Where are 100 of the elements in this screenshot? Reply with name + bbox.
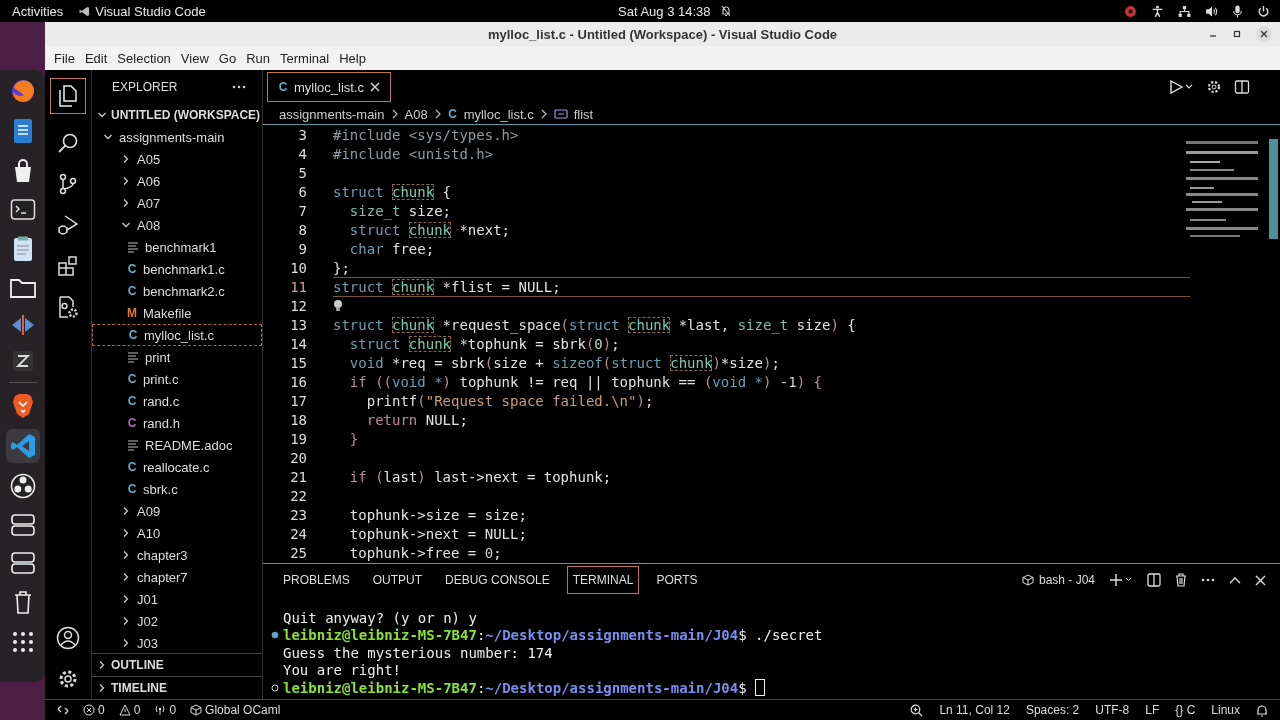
tree-item[interactable]: C sbrk.c [92, 478, 262, 500]
menu-item[interactable]: File [49, 50, 80, 66]
breadcrumb[interactable]: A08 [404, 106, 428, 122]
breadcrumb[interactable]: flist [573, 106, 594, 122]
tree-item[interactable]: C benchmark1.c [92, 258, 262, 280]
menu-item[interactable]: Selection [112, 50, 176, 66]
panel-tab[interactable]: OUTPUT [366, 566, 429, 594]
tree-item[interactable]: C reallocate.c [92, 456, 262, 478]
menu-item[interactable]: View [175, 50, 214, 66]
split-editor-icon[interactable] [1234, 79, 1250, 95]
lion-icon[interactable] [10, 393, 35, 419]
search-icon[interactable] [56, 131, 80, 155]
tree-item[interactable]: A05 [92, 148, 262, 170]
panel-tab[interactable]: PROBLEMS [277, 566, 356, 594]
status-item[interactable]: UTF-8 [1095, 703, 1130, 717]
folder-icon[interactable] [8, 276, 37, 300]
drive-icon[interactable] [9, 551, 36, 575]
tree-item[interactable]: A08 [92, 214, 262, 236]
network-icon[interactable] [1178, 4, 1191, 18]
scrollbar[interactable] [1269, 139, 1278, 239]
run-debug-icon[interactable] [56, 213, 80, 237]
clock[interactable]: Sat Aug 3 14:38 [618, 3, 711, 19]
tree-item[interactable]: A09 [92, 500, 262, 522]
tree-item[interactable]: J01 [92, 588, 262, 610]
environment-status[interactable]: Global OCaml [190, 703, 281, 717]
split-terminal-icon[interactable] [1147, 573, 1161, 587]
explorer-tab[interactable] [50, 78, 86, 114]
microphone-icon[interactable] [1232, 4, 1243, 18]
close-button[interactable] [1256, 26, 1272, 42]
window-title: mylloc_list.c - Untitled (Workspace) - Visual Studio Code [487, 26, 838, 42]
menu-item[interactable]: Run [241, 50, 275, 66]
terminal-icon[interactable] [9, 198, 36, 222]
tree-item[interactable]: C rand.h [92, 412, 262, 434]
tree-item[interactable]: C mylloc_list.c [92, 324, 262, 346]
record-icon[interactable] [1124, 4, 1137, 18]
panel-tab[interactable]: PORTS [650, 566, 704, 594]
close-icon[interactable] [1255, 574, 1266, 586]
breadcrumb[interactable]: assignments-main [279, 106, 385, 122]
settings-icon[interactable] [1206, 79, 1222, 95]
status-item[interactable]: Ln 11, Col 12 [939, 703, 1010, 717]
cube-icon [190, 704, 203, 716]
app-menu[interactable]: Visual Studio Code [79, 3, 206, 19]
close-icon[interactable] [370, 82, 381, 92]
app-icon[interactable] [11, 350, 34, 372]
tree-item[interactable]: print [92, 346, 262, 368]
apps-grid-icon[interactable] [11, 631, 34, 653]
status-item[interactable]: Spaces: 2 [1025, 703, 1080, 717]
lightbulb-icon[interactable] [333, 299, 343, 312]
settings-file-icon[interactable] [56, 295, 80, 319]
errors-status[interactable]: 0 [83, 703, 105, 717]
menu-item[interactable]: Go [213, 50, 242, 66]
tree-item[interactable]: M Makefile [92, 302, 262, 324]
drive-icon[interactable] [9, 513, 36, 537]
extensions-icon[interactable] [56, 254, 80, 278]
browser-icon[interactable] [9, 78, 36, 104]
tree-item[interactable]: J02 [92, 610, 262, 632]
tree-item[interactable]: A10 [92, 522, 262, 544]
tree-item[interactable]: A07 [92, 192, 262, 214]
ports-status[interactable]: 0 [154, 703, 177, 717]
activities-button[interactable]: Activities [12, 3, 64, 19]
notes-icon[interactable] [11, 236, 34, 262]
maximize-button[interactable] [1232, 29, 1242, 39]
volume-icon[interactable] [1205, 4, 1218, 18]
tree-item[interactable]: C rand.c [92, 390, 262, 412]
editor-tab[interactable]: C mylloc_list.c [267, 72, 392, 102]
tree-item[interactable]: benchmark1 [92, 236, 262, 258]
tree-item[interactable]: README.adoc [92, 434, 262, 456]
panel-tab[interactable]: DEBUG CONSOLE [439, 566, 556, 594]
remote-icon[interactable] [57, 704, 69, 716]
section-header[interactable]: OUTLINE [92, 653, 262, 676]
workspace-header[interactable]: UNTITLED (WORKSPACE) [92, 104, 262, 126]
recorder-icon[interactable] [9, 473, 36, 499]
maximize-panel-icon[interactable] [1229, 576, 1241, 584]
accessibility-icon[interactable] [1151, 4, 1164, 18]
tree-item[interactable]: chapter7 [92, 566, 262, 588]
more-icon[interactable] [232, 85, 246, 89]
status-item[interactable]: Linux [1211, 703, 1240, 717]
trash-icon[interactable] [1175, 573, 1187, 587]
more-icon[interactable] [1201, 578, 1215, 582]
warnings-status[interactable]: 0 [118, 703, 141, 717]
menu-item[interactable]: Terminal [275, 50, 335, 66]
tree-item[interactable]: assignments-main [92, 126, 262, 148]
panel-tab[interactable]: TERMINAL [566, 566, 640, 594]
tree-item[interactable]: C benchmark2.c [92, 280, 262, 302]
tree-item[interactable]: A06 [92, 170, 262, 192]
power-icon[interactable] [1257, 4, 1270, 18]
add-terminal-icon[interactable] [1109, 573, 1133, 587]
breadcrumb[interactable]: mylloc_list.c [463, 106, 534, 122]
menu-item[interactable]: Edit [79, 50, 113, 66]
notifications-icon[interactable] [1256, 703, 1268, 717]
tree-item[interactable]: J03 [92, 632, 262, 653]
terminal-selector[interactable]: bash - J04 [1021, 573, 1095, 587]
account-icon[interactable] [56, 626, 80, 650]
tree-item[interactable]: C print.c [92, 368, 262, 390]
status-item[interactable]: LF [1145, 703, 1160, 717]
run-icon[interactable] [1168, 79, 1194, 95]
menu-item[interactable]: Help [334, 50, 371, 66]
status-item[interactable]: {} C [1175, 703, 1196, 717]
tree-item[interactable]: chapter3 [92, 544, 262, 566]
zoom-icon[interactable] [910, 703, 924, 717]
